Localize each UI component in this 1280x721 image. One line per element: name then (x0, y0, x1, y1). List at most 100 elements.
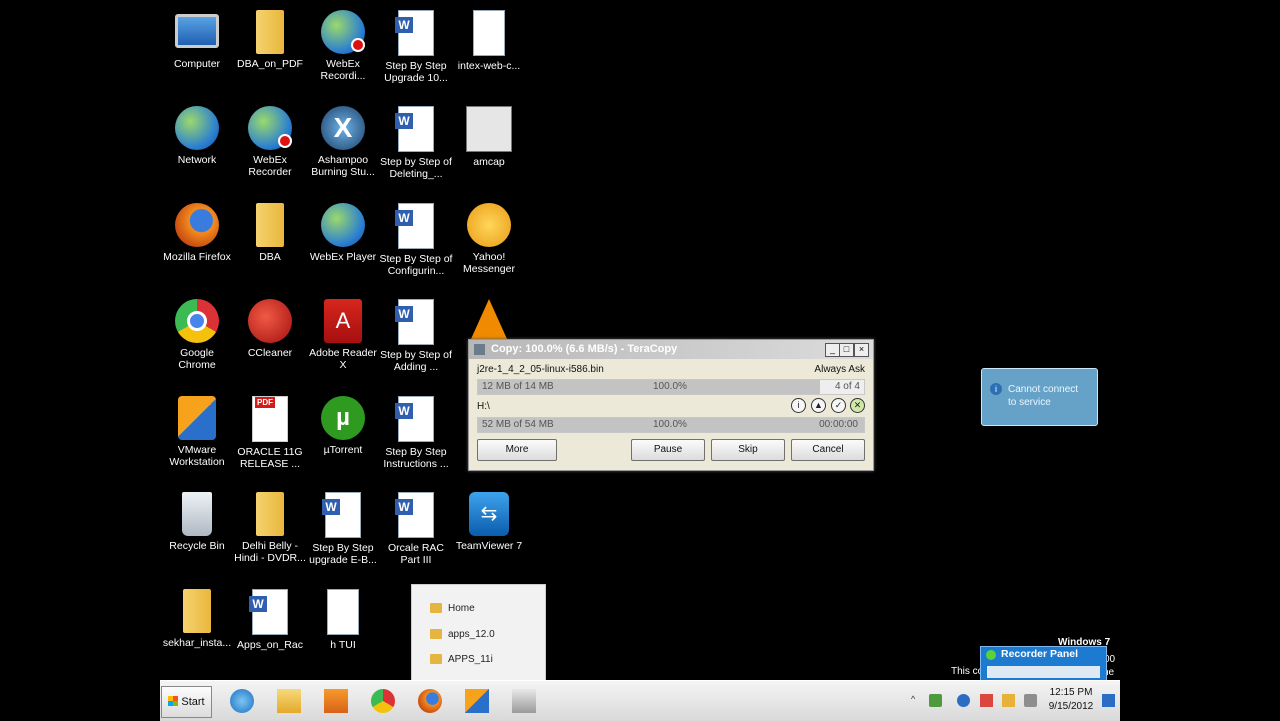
utorrent-icon: µ (321, 396, 365, 440)
taskbar-button[interactable] (269, 685, 309, 717)
overwrite-mode[interactable]: Always Ask (814, 364, 865, 375)
word-doc-icon: W (395, 396, 434, 442)
desktop-icon[interactable]: Google Chrome (160, 293, 234, 371)
desktop-icon[interactable]: intex-web-c... (452, 4, 526, 72)
volume-icon[interactable] (1024, 694, 1037, 707)
file-progress-percent: 100.0% (653, 381, 687, 392)
maximize-button[interactable]: □ (839, 343, 854, 357)
close-button[interactable]: × (854, 343, 869, 357)
desktop-icon[interactable]: X Ashampoo Burning Stu... (306, 100, 380, 178)
title-bar[interactable]: Copy: 100.0% (6.6 MB/s) - TeraCopy _ □ × (469, 340, 873, 359)
clear-button[interactable]: ✕ (850, 398, 865, 413)
desktop-icon-label: Google Chrome (178, 347, 216, 371)
recorder-panel[interactable]: Recorder Panel (980, 646, 1107, 682)
desktop-icon[interactable]: W Orcale RAC Part III (379, 486, 453, 566)
desktop-icon-label: CCleaner (247, 347, 293, 359)
taskbar-button[interactable] (222, 685, 262, 717)
desktop-icon[interactable]: sekhar_insta... (160, 583, 234, 649)
document-icon (327, 589, 359, 635)
jump-item-home[interactable]: Home (430, 603, 475, 614)
tray-globe-icon[interactable] (957, 694, 970, 707)
desktop-icon[interactable]: VMware Workstation (160, 390, 234, 468)
taskbar-button[interactable] (457, 685, 497, 717)
start-button[interactable]: Start (161, 686, 212, 718)
desktop-icon[interactable]: WebEx Recorder (233, 100, 307, 178)
system-clock[interactable]: 12:15 PM 9/15/2012 (1040, 686, 1102, 714)
chrome-icon (175, 299, 219, 343)
action-center-icon[interactable] (1102, 694, 1115, 707)
desktop-icon[interactable]: W Apps_on_Rac (233, 583, 307, 651)
tray-app-icon[interactable] (929, 694, 942, 707)
desktop-icon-label: WebEx Player (309, 251, 377, 263)
taskbar-button[interactable] (410, 685, 450, 717)
desktop-icon[interactable]: DBA_on_PDF (233, 4, 307, 70)
taskbar-button[interactable] (363, 685, 403, 717)
folder-icon (256, 492, 284, 536)
desktop-icon[interactable]: W Step by Step of Deleting_... (379, 100, 453, 180)
desktop-icon-label: ORACLE 11G RELEASE ... (237, 446, 303, 470)
desktop-icon[interactable]: W Step By Step Instructions ... (379, 390, 453, 470)
jump-item-apps-11i[interactable]: APPS_11i (430, 654, 493, 665)
drive-icon (512, 689, 536, 713)
desktop-icon-label: h TUI (330, 639, 356, 651)
desktop-icon[interactable]: CCleaner (233, 293, 307, 359)
desktop-icon-label: WebEx Recordi... (320, 58, 366, 82)
document-icon (473, 10, 505, 56)
desktop-icon-label: Step By Step Instructions ... (383, 446, 449, 470)
desktop-icon-label: µTorrent (323, 444, 363, 456)
desktop-icon[interactable]: h TUI (306, 583, 380, 651)
desktop-icon[interactable]: W Step By Step of Configurin... (379, 197, 453, 277)
firefox-icon (418, 689, 442, 713)
cancel-button[interactable]: Cancel (791, 439, 865, 461)
webex-recorder-icon (321, 10, 365, 54)
desktop-icon[interactable]: WebEx Player (306, 197, 380, 263)
desktop-icon[interactable]: ⇆ TeamViewer 7 (452, 486, 526, 552)
notification-balloon[interactable]: i Cannot connect to service (981, 368, 1098, 426)
desktop-icon[interactable]: Recycle Bin (160, 486, 234, 552)
tray-security-icon[interactable] (980, 694, 993, 707)
recorder-controls[interactable] (987, 666, 1100, 678)
taskbar-button[interactable] (504, 685, 544, 717)
folder-icon (256, 203, 284, 247)
eject-button[interactable]: ▲ (811, 398, 826, 413)
file-count: 4 of 4 (820, 380, 864, 394)
desktop-icon[interactable]: W Step by Step of Adding ... (379, 293, 453, 373)
folder-icon (256, 10, 284, 54)
desktop-icon[interactable]: W Step By Step Upgrade 10... (379, 4, 453, 84)
info-button[interactable]: i (791, 398, 806, 413)
desktop-icon[interactable]: µ µTorrent (306, 390, 380, 456)
verify-button[interactable]: ✓ (831, 398, 846, 413)
desktop-icon[interactable]: Yahoo! Messenger (452, 197, 526, 275)
desktop-icon[interactable]: W Step By Step upgrade E-B... (306, 486, 380, 566)
desktop-icon[interactable]: PDF ORACLE 11G RELEASE ... (233, 390, 307, 470)
desktop-icon[interactable]: Mozilla Firefox (160, 197, 234, 263)
desktop-icon-label: intex-web-c... (457, 60, 521, 72)
desktop-icon[interactable]: amcap (452, 100, 526, 168)
desktop-icon[interactable]: Delhi Belly - Hindi - DVDR... (233, 486, 307, 564)
minimize-button[interactable]: _ (825, 343, 840, 357)
word-doc-icon: W (322, 492, 361, 538)
window-title: Copy: 100.0% (6.6 MB/s) - TeraCopy (491, 343, 678, 355)
windows-logo-icon (168, 696, 179, 706)
tray-network-icon[interactable] (1002, 694, 1015, 707)
desktop-icon[interactable]: Computer (160, 4, 234, 70)
desktop-icon[interactable]: DBA (233, 197, 307, 263)
vlc-icon (471, 299, 507, 339)
more-button[interactable]: More (477, 439, 557, 461)
taskbar-button[interactable] (316, 685, 356, 717)
desktop-icon-label: Ashampoo Burning Stu... (311, 154, 375, 178)
skip-button[interactable]: Skip (711, 439, 785, 461)
desktop-icon-label: Step by Step of Deleting_... (380, 156, 452, 180)
desktop-icon[interactable]: Network (160, 100, 234, 166)
file-progress-bar: 12 MB of 14 MB 100.0% 4 of 4 (477, 379, 865, 395)
desktop-icon-label: Recycle Bin (169, 540, 225, 552)
desktop-icon[interactable]: A Adobe Reader X (306, 293, 380, 371)
jump-item-apps-12[interactable]: apps_12.0 (430, 629, 495, 640)
source-file: j2re-1_4_2_05-linux-i586.bin (477, 364, 604, 375)
desktop-icon-label: DBA_on_PDF (237, 58, 303, 70)
destination-row: H:\ (477, 401, 865, 412)
desktop-icon[interactable]: WebEx Recordi... (306, 4, 380, 82)
recorder-icon (986, 650, 996, 660)
show-hidden-icons[interactable]: ^ (911, 694, 924, 707)
pause-button[interactable]: Pause (631, 439, 705, 461)
